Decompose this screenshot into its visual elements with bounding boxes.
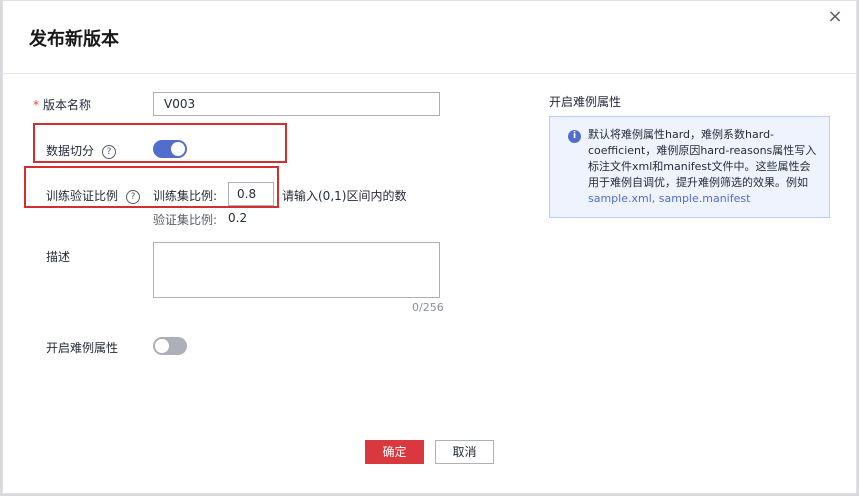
train-ratio-hint: 请输入(0,1)区间内的数 xyxy=(282,189,407,203)
toggle-knob xyxy=(155,339,169,353)
header-divider xyxy=(3,73,856,74)
cancel-button[interactable]: 取消 xyxy=(435,440,494,464)
required-mark: * xyxy=(33,98,39,112)
info-panel: i 默认将难例属性hard，难例系数hard-coefficient，难例原因h… xyxy=(549,116,830,218)
publish-version-dialog: 发布新版本 × *版本名称 数据切分? 训练验证比例? 训练集比例: 请输入(0… xyxy=(2,0,857,494)
version-name-input[interactable] xyxy=(153,92,440,116)
help-icon[interactable]: ? xyxy=(126,189,141,204)
hard-example-toggle[interactable] xyxy=(153,337,187,355)
dialog-title: 发布新版本 xyxy=(29,29,119,50)
train-ratio-label: 训练集比例: xyxy=(153,189,218,203)
description-counter: 0/256 xyxy=(412,301,444,314)
train-val-ratio-label: 训练验证比例? xyxy=(46,187,141,204)
sample-files-link[interactable]: sample.xml, sample.manifest xyxy=(588,191,820,207)
info-icon: i xyxy=(568,130,581,143)
help-icon[interactable]: ? xyxy=(102,144,117,159)
data-split-label: 数据切分? xyxy=(46,142,117,159)
confirm-button[interactable]: 确定 xyxy=(365,440,424,464)
info-panel-title: 开启难例属性 xyxy=(549,95,622,109)
info-text: 默认将难例属性hard，难例系数hard-coefficient，难例原因har… xyxy=(588,127,820,207)
close-icon[interactable]: × xyxy=(825,7,845,27)
val-ratio-label: 验证集比例: xyxy=(153,213,218,227)
train-ratio-input[interactable] xyxy=(228,182,274,206)
hard-example-label: 开启难例属性 xyxy=(46,341,119,355)
description-label: 描述 xyxy=(46,250,71,264)
data-split-toggle[interactable] xyxy=(153,140,187,158)
description-textarea[interactable] xyxy=(153,242,440,298)
toggle-knob xyxy=(171,142,185,156)
version-name-label: * 版本名称 xyxy=(33,98,92,112)
val-ratio-value: 0.2 xyxy=(228,211,248,225)
